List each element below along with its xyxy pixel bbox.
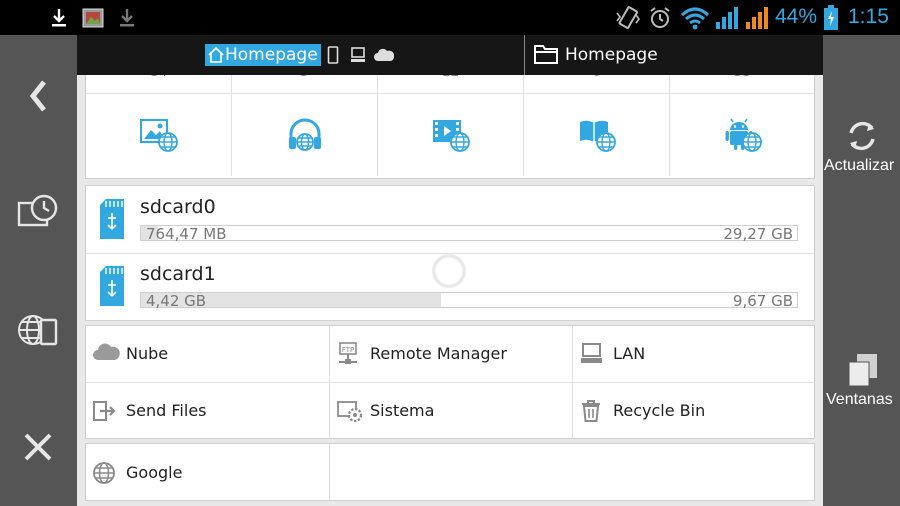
total-space: 29,27 GB	[723, 225, 793, 243]
recycle-bin-label: Recycle Bin	[613, 401, 706, 420]
system-settings-icon	[337, 401, 363, 423]
network-device-icon[interactable]	[17, 312, 59, 348]
close-icon[interactable]	[22, 431, 54, 463]
category-images[interactable]	[86, 94, 231, 176]
image-count: 84	[86, 75, 231, 80]
cloud-icon	[93, 343, 120, 360]
title-bar: Homepage Homepage	[77, 35, 823, 75]
google-label: Google	[126, 463, 183, 482]
lan-label: LAN	[613, 344, 646, 363]
book-icon	[580, 120, 616, 152]
total-space: 9,67 GB	[732, 292, 793, 310]
system-button[interactable]: Sistema	[330, 383, 572, 439]
remote-manager-button[interactable]: FTP Remote Manager	[330, 326, 572, 382]
tools-card: Nube FTP Remote Manager LAN Send Files S…	[85, 325, 815, 439]
cloud-label: Nube	[126, 344, 169, 363]
svg-text:FTP: FTP	[342, 346, 354, 354]
cloud-icon[interactable]	[374, 48, 394, 62]
left-panel	[0, 35, 77, 506]
title-divider	[524, 35, 525, 75]
send-files-label: Send Files	[126, 401, 207, 420]
apps-count: 53	[670, 75, 815, 80]
google-button[interactable]: Google	[86, 444, 329, 500]
sd-card-icon	[100, 266, 124, 306]
alarm-icon	[650, 7, 670, 28]
storage-usage-bar: 764,47 MB 29,27 GB	[140, 225, 798, 243]
clock-history-icon[interactable]	[17, 193, 61, 229]
image-icon	[140, 119, 178, 152]
download-icon	[120, 9, 134, 27]
path-label[interactable]: Homepage	[565, 45, 658, 65]
folder-icon	[534, 45, 558, 64]
book-count: 0	[524, 75, 669, 80]
trash-icon	[582, 400, 600, 422]
signal-icon	[746, 7, 768, 29]
windows-icon	[848, 354, 877, 387]
status-bar: 44% 1:15	[0, 0, 900, 35]
homepage-tab[interactable]: Homepage	[205, 44, 321, 66]
video-count: 12	[378, 75, 523, 80]
refresh-label: Actualizar	[824, 157, 895, 174]
clock: 1:15	[848, 5, 889, 28]
device-name: sdcard1	[140, 263, 216, 285]
categories-card: 84 3 12 0 53	[85, 75, 815, 179]
cloud-button[interactable]: Nube	[86, 326, 329, 382]
globe-icon	[93, 462, 115, 484]
wifi-icon	[680, 7, 710, 30]
home-icon	[208, 46, 224, 63]
computer-icon[interactable]	[350, 46, 366, 64]
homepage-tab-label: Homepage	[225, 45, 318, 65]
refresh-button[interactable]: Actualizar	[823, 117, 900, 177]
send-files-icon	[93, 401, 116, 421]
phone-icon[interactable]	[327, 46, 339, 64]
video-icon	[433, 120, 470, 152]
back-chevron-icon[interactable]	[26, 79, 50, 113]
category-music[interactable]	[232, 94, 377, 176]
vibrate-icon	[616, 6, 640, 29]
signal-icon	[716, 7, 738, 29]
category-video[interactable]	[378, 94, 523, 176]
ftp-icon: FTP	[339, 342, 357, 364]
sd-card-icon	[100, 199, 124, 239]
storage-card: sdcard0 764,47 MB 29,27 GB sdcard1 4,42 …	[85, 185, 815, 321]
android-icon	[725, 118, 762, 152]
right-panel: Actualizar Ventanas	[823, 35, 900, 506]
remote-manager-label: Remote Manager	[370, 344, 507, 363]
battery-percentage: 44%	[775, 5, 818, 28]
homepage-content: 84 3 12 0 53	[77, 75, 823, 506]
music-count: 3	[232, 75, 377, 80]
download-icon	[52, 9, 66, 27]
recycle-bin-button[interactable]: Recycle Bin	[573, 383, 814, 439]
send-files-button[interactable]: Send Files	[86, 383, 329, 439]
category-books[interactable]	[524, 94, 669, 176]
windows-button[interactable]: Ventanas	[823, 351, 900, 411]
image-icon	[82, 8, 104, 28]
device-name: sdcard0	[140, 196, 216, 218]
music-icon	[289, 118, 321, 151]
refresh-icon	[849, 121, 875, 151]
storage-device-sdcard0[interactable]: sdcard0 764,47 MB 29,27 GB	[86, 186, 814, 253]
storage-usage-bar: 4,42 GB 9,67 GB	[140, 292, 798, 310]
loading-spinner	[432, 254, 466, 288]
system-label: Sistema	[370, 401, 435, 420]
category-apps[interactable]	[670, 94, 815, 176]
windows-label: Ventanas	[826, 391, 893, 408]
used-space: 764,47 MB	[146, 225, 227, 243]
battery-icon	[824, 5, 838, 30]
lan-button[interactable]: LAN	[573, 326, 814, 382]
used-space: 4,42 GB	[146, 292, 207, 310]
google-card: Google	[85, 443, 815, 501]
computer-icon	[581, 343, 602, 363]
